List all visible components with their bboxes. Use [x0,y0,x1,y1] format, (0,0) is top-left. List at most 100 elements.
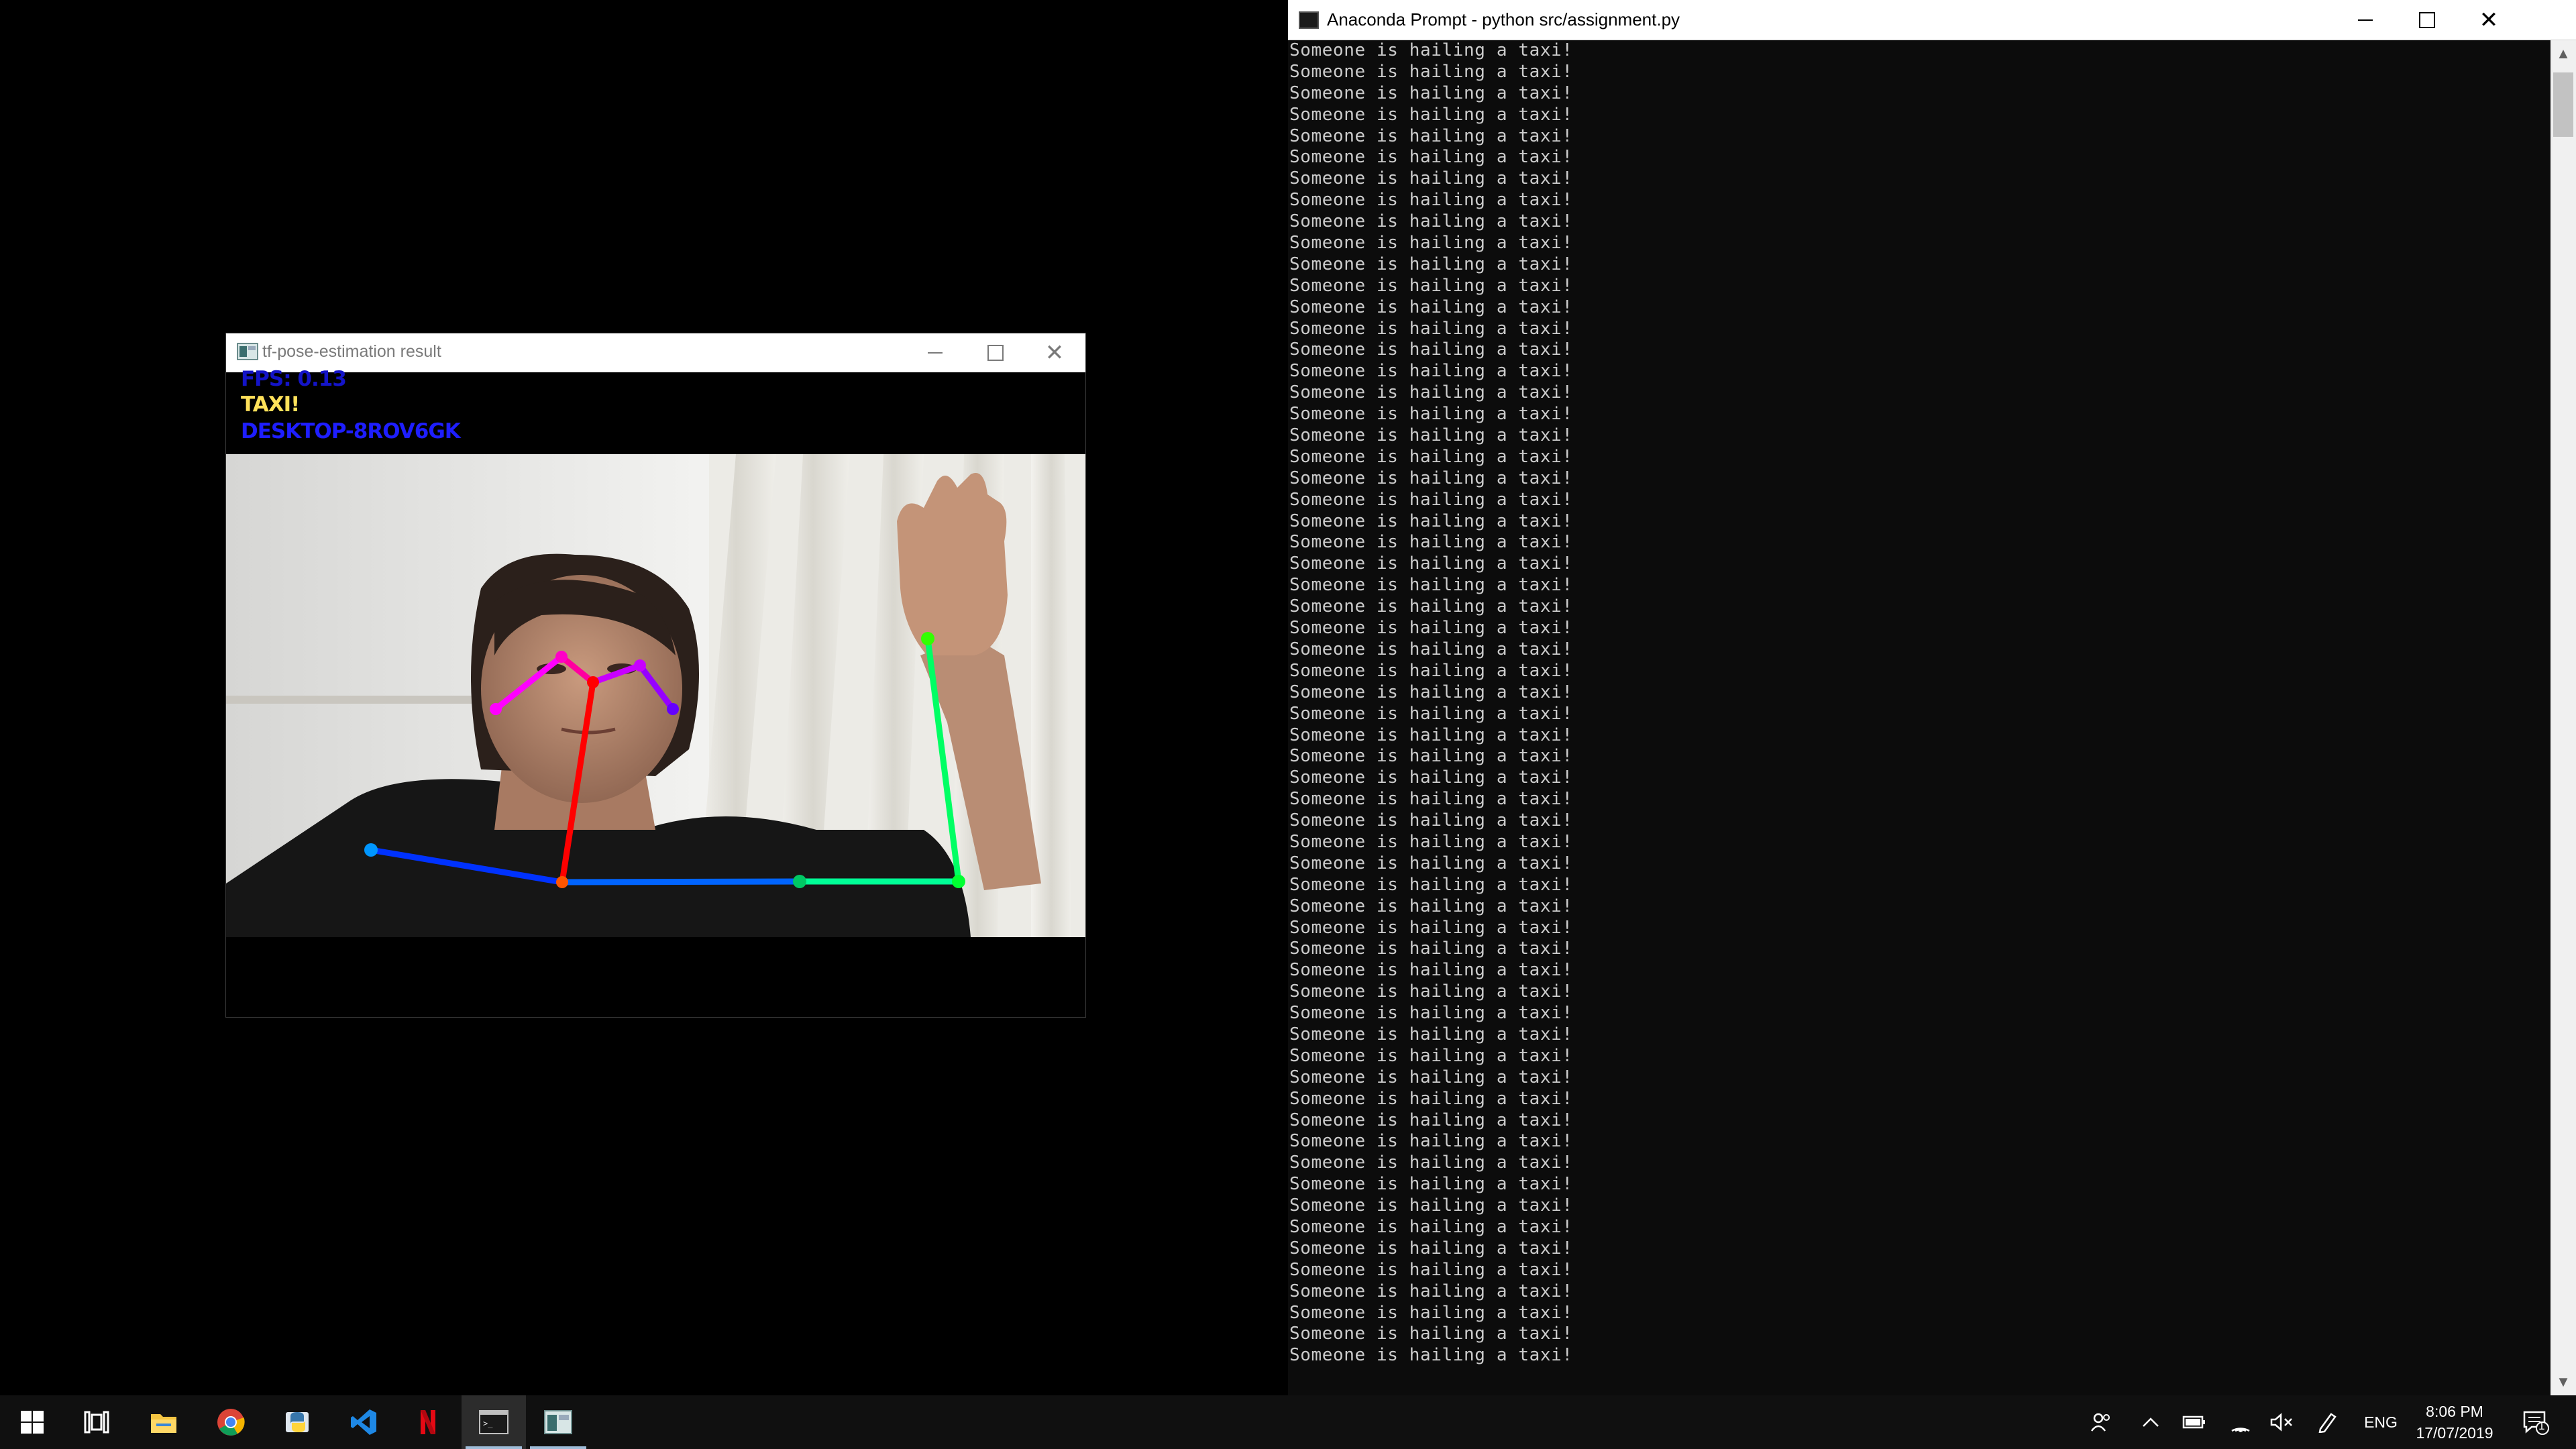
chrome-icon [217,1409,245,1436]
console-line: Someone is hailing a taxi! [1289,489,1573,510]
people-button[interactable] [2082,1395,2120,1449]
volume-button[interactable] [2263,1395,2300,1449]
console-icon: >_ [479,1410,508,1434]
console-line: Someone is hailing a taxi! [1289,938,1573,959]
windows-logo-icon [21,1411,44,1434]
pose-estimation-window[interactable]: tf-pose-estimation result ✕ FPS: 0.13 TA… [225,333,1086,1018]
file-explorer-button[interactable] [131,1395,196,1449]
hostname-label: DESKTOP-8ROV6GK [241,419,461,443]
console-line: Someone is hailing a taxi! [1289,1302,1573,1323]
console-line: Someone is hailing a taxi! [1289,168,1573,189]
python-icon [286,1412,309,1432]
input-language-indicator[interactable]: ENG [2353,1395,2408,1449]
start-button[interactable] [0,1395,64,1449]
console-line: Someone is hailing a taxi! [1289,960,1573,981]
console-line: Someone is hailing a taxi! [1289,104,1573,125]
console-line: Someone is hailing a taxi! [1289,810,1573,831]
anaconda-prompt-window[interactable]: Anaconda Prompt - python src/assignment.… [1288,0,2576,1395]
close-button[interactable]: ✕ [2458,0,2520,40]
console-line: Someone is hailing a taxi! [1289,660,1573,681]
taskbar-anaconda-prompt[interactable]: >_ [462,1395,526,1449]
console-line: Someone is hailing a taxi! [1289,318,1573,339]
console-line: Someone is hailing a taxi! [1289,1238,1573,1258]
action-center-button[interactable]: 1 [2509,1395,2563,1449]
console-line: Someone is hailing a taxi! [1289,254,1573,274]
console-line: Someone is hailing a taxi! [1289,896,1573,916]
netflix-button[interactable] [396,1395,460,1449]
left-shoulder-bone [559,878,803,885]
console-line: Someone is hailing a taxi! [1289,83,1573,103]
task-view-button[interactable] [64,1395,129,1449]
clock[interactable]: 8:06 PM 17/07/2019 [2408,1395,2501,1449]
console-line: Someone is hailing a taxi! [1289,61,1573,82]
console-line: Someone is hailing a taxi! [1289,1259,1573,1280]
console-line: Someone is hailing a taxi! [1289,532,1573,553]
vscode-button[interactable] [331,1395,396,1449]
console-line: Someone is hailing a taxi! [1289,1110,1573,1130]
console-scrollbar[interactable]: ▲ ▼ [2551,40,2576,1395]
console-line: Someone is hailing a taxi! [1289,746,1573,767]
python-button[interactable] [266,1395,330,1449]
taskbar: >_ ENG 8:06 PM 17/07/2019 1 [0,1395,2576,1449]
people-icon [2090,1413,2110,1432]
console-line: Someone is hailing a taxi! [1289,1195,1573,1216]
chrome-button[interactable] [199,1395,263,1449]
vscode-icon [351,1409,376,1435]
console-line: Someone is hailing a taxi! [1289,724,1573,745]
console-output[interactable]: Someone is hailing a taxi! Someone is hai… [1289,40,2551,1375]
maximize-button[interactable] [965,333,1026,372]
console-line: Someone is hailing a taxi! [1289,1045,1573,1066]
console-icon [1299,11,1319,29]
console-line: Someone is hailing a taxi! [1289,1174,1573,1195]
console-line: Someone is hailing a taxi! [1289,1152,1573,1173]
battery-button[interactable] [2176,1395,2212,1449]
scroll-thumb[interactable] [2553,72,2573,137]
anaconda-window-title: Anaconda Prompt - python src/assignment.… [1327,9,1680,30]
fps-label: FPS: 0.13 [241,367,347,391]
console-line: Someone is hailing a taxi! [1289,831,1573,852]
minimize-button[interactable] [2334,0,2396,40]
console-line: Someone is hailing a taxi! [1289,1131,1573,1152]
close-button[interactable]: ✕ [1024,333,1085,372]
left-ear-joint [667,703,679,715]
console-line: Someone is hailing a taxi! [1289,575,1573,596]
console-line: Someone is hailing a taxi! [1289,789,1573,810]
pen-workspace-button[interactable] [2308,1395,2347,1449]
right-ear-joint [490,703,502,715]
neck-joint [556,876,568,888]
pose-window-titlebar[interactable]: tf-pose-estimation result ✕ [226,333,1085,372]
console-line: Someone is hailing a taxi! [1289,853,1573,873]
app-window-icon [544,1410,572,1434]
notification-icon [2523,1411,2549,1435]
left-shoulder-joint [793,875,806,888]
console-line: Someone is hailing a taxi! [1289,553,1573,574]
console-line: Someone is hailing a taxi! [1289,767,1573,788]
left-elbow-joint [952,875,965,888]
maximize-button[interactable] [2396,0,2458,40]
scroll-down-arrow-icon[interactable]: ▼ [2551,1368,2576,1395]
console-line: Someone is hailing a taxi! [1289,703,1573,724]
volume-muted-icon [2270,1413,2292,1432]
scroll-up-arrow-icon[interactable]: ▲ [2551,40,2576,67]
console-line: Someone is hailing a taxi! [1289,682,1573,702]
console-line: Someone is hailing a taxi! [1289,297,1573,317]
console-line: Someone is hailing a taxi! [1289,1067,1573,1087]
minimize-button[interactable] [904,333,966,372]
console-line: Someone is hailing a taxi! [1289,1024,1573,1044]
taskbar-pose-window[interactable] [526,1395,590,1449]
anaconda-titlebar[interactable]: Anaconda Prompt - python src/assignment.… [1288,0,2576,40]
console-line: Someone is hailing a taxi! [1289,639,1573,659]
taxi-status-label: TAXI! [241,392,300,417]
shelf [226,696,494,704]
clock-time: 8:06 PM [2426,1403,2483,1420]
battery-icon [2182,1415,2205,1429]
notification-count: 1 [2538,1419,2545,1432]
console-line: Someone is hailing a taxi! [1289,874,1573,895]
pose-window-title: tf-pose-estimation result [262,342,441,361]
console-line: Someone is hailing a taxi! [1289,190,1573,211]
pen-icon [2318,1413,2337,1433]
console-line: Someone is hailing a taxi! [1289,339,1573,360]
console-line: Someone is hailing a taxi! [1289,425,1573,446]
network-button[interactable] [2222,1395,2259,1449]
show-hidden-icons-button[interactable] [2133,1395,2168,1449]
